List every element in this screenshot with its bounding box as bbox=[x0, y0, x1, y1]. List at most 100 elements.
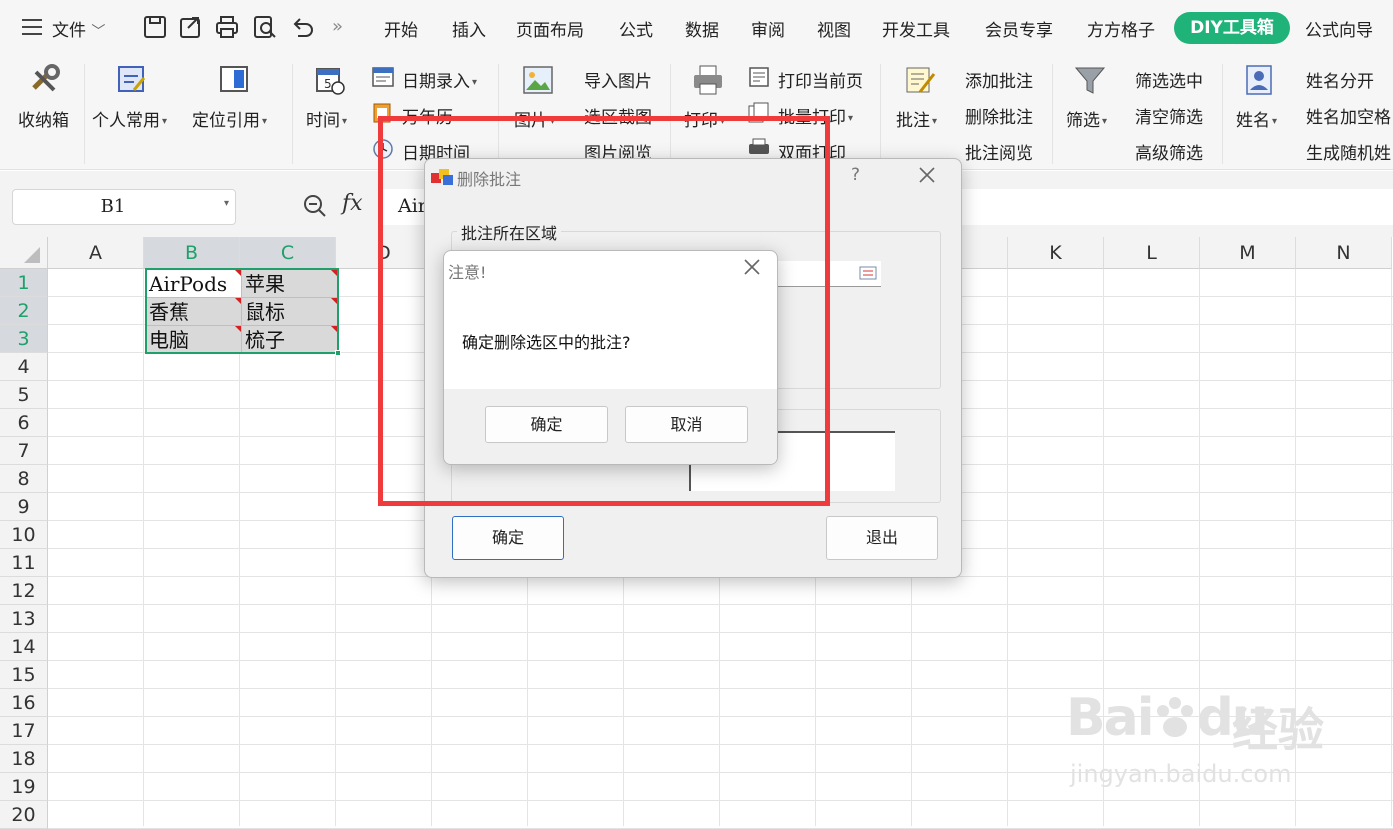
column-header-l[interactable]: L bbox=[1104, 237, 1200, 269]
tab-formula-wizard[interactable]: 公式向导 bbox=[1305, 16, 1373, 41]
random-name-button[interactable]: 生成随机姓 bbox=[1306, 139, 1391, 164]
collect-box-button[interactable]: 收纳箱 bbox=[18, 106, 69, 131]
close-icon[interactable] bbox=[917, 165, 937, 185]
tab-page-layout[interactable]: 页面布局 bbox=[516, 16, 584, 41]
clear-filter-button[interactable]: 清空筛选 bbox=[1135, 103, 1203, 128]
picture-button[interactable]: 图片 ▾ bbox=[514, 106, 555, 131]
filter-button[interactable]: 筛选 ▾ bbox=[1066, 106, 1107, 131]
caret-down-icon[interactable]: ▾ bbox=[224, 198, 229, 209]
column-header-n[interactable]: N bbox=[1296, 237, 1392, 269]
delete-comment-button[interactable]: 删除批注 bbox=[965, 103, 1033, 128]
print-icon[interactable] bbox=[214, 14, 240, 40]
locate-ref-icon[interactable] bbox=[218, 64, 250, 96]
exit-button[interactable]: 退出 bbox=[826, 516, 938, 560]
row-header-17[interactable]: 17 bbox=[0, 717, 48, 745]
row-header-7[interactable]: 7 bbox=[0, 437, 48, 465]
ok-button[interactable]: 确定 bbox=[452, 516, 564, 560]
comment-button[interactable]: 批注 ▾ bbox=[896, 106, 937, 131]
row-header-8[interactable]: 8 bbox=[0, 465, 48, 493]
advanced-filter-button[interactable]: 高级筛选 bbox=[1135, 139, 1203, 164]
print-current-button[interactable]: 打印当前页 bbox=[778, 67, 863, 92]
personal-common-icon[interactable] bbox=[116, 64, 148, 96]
column-header-k[interactable]: K bbox=[1008, 237, 1104, 269]
range-input[interactable] bbox=[777, 261, 881, 287]
import-picture-button[interactable]: 导入图片 bbox=[584, 67, 652, 92]
filter-funnel-icon[interactable] bbox=[1074, 64, 1106, 96]
help-icon[interactable]: ? bbox=[851, 165, 860, 185]
picture-icon[interactable] bbox=[522, 64, 554, 96]
row-header-9[interactable]: 9 bbox=[0, 493, 48, 521]
hamburger-menu-icon[interactable] bbox=[22, 18, 44, 36]
perpetual-calendar-icon[interactable] bbox=[372, 102, 394, 124]
personal-common-button[interactable]: 个人常用 ▾ bbox=[92, 106, 167, 131]
column-header-a[interactable]: A bbox=[48, 237, 144, 269]
row-header-2[interactable]: 2 bbox=[0, 297, 48, 325]
tab-fangfang[interactable]: 方方格子 bbox=[1087, 16, 1155, 41]
row-header-10[interactable]: 10 bbox=[0, 521, 48, 549]
row-header-5[interactable]: 5 bbox=[0, 381, 48, 409]
tab-diy-toolbox[interactable]: DIY工具箱 bbox=[1174, 12, 1290, 44]
date-entry-icon[interactable] bbox=[372, 66, 394, 88]
batch-print-button[interactable]: 批量打印 ▾ bbox=[778, 103, 853, 128]
more-icon[interactable]: » bbox=[332, 16, 343, 37]
region-screenshot-button[interactable]: 选区截图 bbox=[584, 103, 652, 128]
row-header-1[interactable]: 1 bbox=[0, 269, 48, 297]
export-icon[interactable] bbox=[178, 14, 204, 40]
row-header-13[interactable]: 13 bbox=[0, 605, 48, 633]
tab-view[interactable]: 视图 bbox=[817, 16, 851, 41]
batch-print-icon[interactable] bbox=[748, 102, 770, 124]
close-icon[interactable] bbox=[742, 257, 762, 277]
confirm-ok-button[interactable]: 确定 bbox=[485, 406, 608, 443]
column-header-b[interactable]: B bbox=[144, 237, 240, 269]
toolbox-icon[interactable] bbox=[30, 64, 62, 96]
row-header-15[interactable]: 15 bbox=[0, 661, 48, 689]
locate-ref-button[interactable]: 定位引用 ▾ bbox=[192, 106, 267, 131]
duplex-print-icon[interactable] bbox=[748, 138, 770, 160]
row-header-6[interactable]: 6 bbox=[0, 409, 48, 437]
tab-member[interactable]: 会员专享 bbox=[985, 16, 1053, 41]
select-all-corner[interactable] bbox=[0, 237, 48, 269]
zoom-search-icon[interactable] bbox=[302, 193, 328, 219]
calendar-clock-icon[interactable]: 5 bbox=[314, 64, 346, 96]
perpetual-calendar-button[interactable]: 万年历 bbox=[402, 103, 453, 128]
date-entry-button[interactable]: 日期录入 ▾ bbox=[402, 67, 477, 92]
comment-icon[interactable] bbox=[904, 64, 936, 96]
column-header-m[interactable]: M bbox=[1200, 237, 1296, 269]
split-name-button[interactable]: 姓名分开 bbox=[1306, 67, 1374, 92]
name-box[interactable]: B1 ▾ bbox=[12, 189, 236, 225]
name-button[interactable]: 姓名 ▾ bbox=[1236, 106, 1277, 131]
range-picker-icon[interactable] bbox=[859, 265, 877, 280]
confirm-cancel-button[interactable]: 取消 bbox=[625, 406, 748, 443]
row-header-3[interactable]: 3 bbox=[0, 325, 48, 353]
print-button[interactable]: 打印 ▾ bbox=[684, 106, 725, 131]
comment-browse-button[interactable]: 批注阅览 bbox=[965, 139, 1033, 164]
fx-function-icon[interactable]: fx bbox=[342, 191, 363, 216]
print-current-icon[interactable] bbox=[748, 66, 770, 88]
row-header-16[interactable]: 16 bbox=[0, 689, 48, 717]
person-card-icon[interactable] bbox=[1244, 64, 1276, 96]
row-header-19[interactable]: 19 bbox=[0, 773, 48, 801]
tab-review[interactable]: 审阅 bbox=[751, 16, 785, 41]
tab-home[interactable]: 开始 bbox=[384, 16, 418, 41]
row-header-14[interactable]: 14 bbox=[0, 633, 48, 661]
save-icon[interactable] bbox=[142, 14, 168, 40]
clock-icon[interactable] bbox=[372, 138, 394, 160]
fill-handle[interactable] bbox=[335, 350, 341, 356]
tab-formulas[interactable]: 公式 bbox=[619, 16, 653, 41]
printer-icon[interactable] bbox=[692, 64, 724, 96]
column-header-c[interactable]: C bbox=[240, 237, 336, 269]
row-header-20[interactable]: 20 bbox=[0, 801, 48, 829]
filter-selected-button[interactable]: 筛选选中 bbox=[1135, 67, 1203, 92]
add-comment-button[interactable]: 添加批注 bbox=[965, 67, 1033, 92]
name-add-space-button[interactable]: 姓名加空格 bbox=[1306, 103, 1391, 128]
row-header-18[interactable]: 18 bbox=[0, 745, 48, 773]
tab-data[interactable]: 数据 bbox=[685, 16, 719, 41]
tab-insert[interactable]: 插入 bbox=[452, 16, 486, 41]
row-header-4[interactable]: 4 bbox=[0, 353, 48, 381]
print-preview-icon[interactable] bbox=[252, 14, 278, 40]
undo-icon[interactable] bbox=[290, 14, 316, 40]
time-button[interactable]: 时间 ▾ bbox=[306, 106, 347, 131]
row-header-11[interactable]: 11 bbox=[0, 549, 48, 577]
file-menu[interactable]: 文件 ﹀ bbox=[52, 16, 105, 41]
tab-developer[interactable]: 开发工具 bbox=[882, 16, 950, 41]
